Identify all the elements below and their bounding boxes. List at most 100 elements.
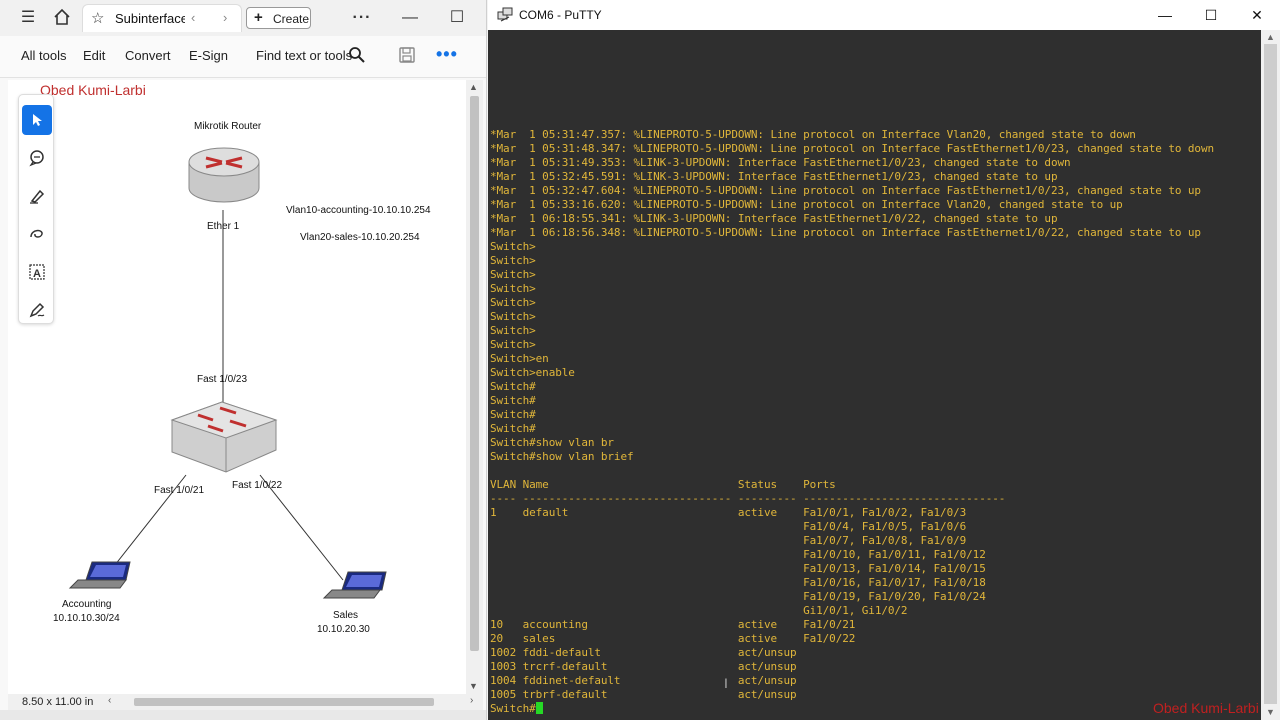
terminal-line: *Mar 1 05:32:47.604: %LINEPROTO-5-UPDOWN… <box>490 184 1201 197</box>
terminal-scroll-thumb[interactable] <box>1264 44 1277 704</box>
putty-window: COM6 - PuTTY — ☐ ✕ *Mar 1 05:31:47.357: … <box>488 0 1280 720</box>
chevron-right-icon[interactable]: › <box>223 10 227 25</box>
scroll-up-arrow-icon[interactable]: ▲ <box>1266 32 1275 42</box>
terminal-line: Switch> <box>490 254 536 267</box>
terminal-prompt-line: Switch# <box>490 702 1214 716</box>
router-icon <box>188 147 260 203</box>
document-canvas: Obed Kumi-Larbi A Mikrotik Router Ether … <box>8 80 466 694</box>
putty-app-icon <box>497 7 513 22</box>
vertical-scrollbar[interactable]: ▲ ▼ <box>466 80 483 694</box>
plus-icon: + <box>254 9 263 26</box>
horizontal-scroll-thumb[interactable] <box>134 698 434 706</box>
viewer-toolbar: All tools Edit Convert E-Sign Find text … <box>0 36 486 78</box>
create-button[interactable]: + Create <box>246 7 311 29</box>
scroll-down-arrow-icon[interactable]: ▼ <box>469 681 478 691</box>
terminal-line: Switch> <box>490 324 536 337</box>
status-bar <box>0 710 486 720</box>
terminal-line: Gi1/0/1, Gi1/0/2 <box>490 604 908 617</box>
scroll-left-arrow-icon[interactable]: ‹ <box>108 695 111 706</box>
router-port-label: Ether 1 <box>207 221 240 232</box>
terminal-line: *Mar 1 05:31:48.347: %LINEPROTO-5-UPDOWN… <box>490 142 1215 155</box>
terminal-line: Fa1/0/10, Fa1/0/11, Fa1/0/12 <box>490 548 986 561</box>
sales-pc-name: Sales <box>333 610 359 621</box>
vlan20-label: Vlan20-sales-10.10.20.254 <box>300 232 420 243</box>
terminal-line: Fa1/0/19, Fa1/0/20, Fa1/0/24 <box>490 590 986 603</box>
terminal-line: Fa1/0/7, Fa1/0/8, Fa1/0/9 <box>490 534 967 547</box>
terminal-line: Switch>enable <box>490 366 575 379</box>
terminal-line: Switch> <box>490 310 536 323</box>
terminal-line: Switch# <box>490 380 536 393</box>
terminal-line: Switch#show vlan brief <box>490 450 634 463</box>
terminal-line: Switch#show vlan br <box>490 436 614 449</box>
scroll-up-arrow-icon[interactable]: ▲ <box>469 82 478 92</box>
terminal-line: ---- -------------------------------- --… <box>490 492 1006 505</box>
switch-port-22-label: Fast 1/0/22 <box>232 480 283 491</box>
terminal-line: 1004 fddinet-default act/unsup <box>490 674 797 687</box>
page-size-indicator: 8.50 x 11.00 in <box>18 696 98 708</box>
terminal-line: *Mar 1 05:31:49.353: %LINK-3-UPDOWN: Int… <box>490 156 1071 169</box>
terminal-line: Switch> <box>490 240 536 253</box>
scroll-thumb[interactable] <box>470 96 479 651</box>
tab-subinterface[interactable]: ☆ Subinterface ‹ › <box>82 4 242 32</box>
sales-pc-ip: 10.10.20.30 <box>317 624 370 635</box>
chevron-left-icon[interactable]: ‹ <box>191 10 195 25</box>
terminal-line: *Mar 1 06:18:56.348: %LINEPROTO-5-UPDOWN… <box>490 226 1201 239</box>
menu-convert[interactable]: Convert <box>125 48 171 63</box>
menu-esign[interactable]: E-Sign <box>189 48 228 63</box>
terminal-line: 1002 fddi-default act/unsup <box>490 646 797 659</box>
tab-title: Subinterface <box>115 11 185 26</box>
star-icon[interactable]: ☆ <box>91 9 104 27</box>
switch-port-21-label: Fast 1/0/21 <box>154 485 205 496</box>
terminal-line: Fa1/0/4, Fa1/0/5, Fa1/0/6 <box>490 520 967 533</box>
terminal-line: 1005 trbrf-default act/unsup <box>490 688 797 701</box>
maximize-icon[interactable]: ☐ <box>447 8 467 28</box>
router-title-label: Mikrotik Router <box>194 121 262 132</box>
terminal-area[interactable]: *Mar 1 05:31:47.357: %LINEPROTO-5-UPDOWN… <box>488 30 1261 720</box>
terminal-line: Switch> <box>490 268 536 281</box>
hamburger-menu-icon[interactable]: ☰ <box>18 8 38 28</box>
terminal-line: Switch# <box>490 394 536 407</box>
more-options-icon[interactable]: ••• <box>436 44 458 65</box>
terminal-prompt: Switch# <box>490 702 536 715</box>
scroll-right-arrow-icon[interactable]: › <box>470 695 473 706</box>
terminal-scrollbar[interactable]: ▲ ▼ <box>1261 30 1280 720</box>
terminal-line: Switch>en <box>490 352 549 365</box>
vlan10-label: Vlan10-accounting-10.10.10.254 <box>286 205 431 216</box>
menu-edit[interactable]: Edit <box>83 48 105 63</box>
terminal-line: Fa1/0/13, Fa1/0/14, Fa1/0/15 <box>490 562 986 575</box>
switch-uplink-label: Fast 1/0/23 <box>197 374 248 385</box>
accounting-pc-ip: 10.10.10.30/24 <box>53 613 120 624</box>
terminal-line: VLAN Name Status Ports <box>490 478 836 491</box>
terminal-line: Switch# <box>490 422 536 435</box>
terminal-line: Switch# <box>490 408 536 421</box>
terminal-cursor <box>535 702 543 714</box>
close-icon[interactable]: ✕ <box>1234 0 1280 30</box>
search-icon[interactable] <box>348 46 366 64</box>
terminal-line: Switch> <box>490 338 536 351</box>
more-horizontal-icon[interactable]: ··· <box>352 8 372 28</box>
switch-icon <box>170 401 278 473</box>
terminal-line: Switch> <box>490 296 536 309</box>
terminal-line: 1 default active Fa1/0/1, Fa1/0/2, Fa1/0… <box>490 506 967 519</box>
maximize-icon[interactable]: ☐ <box>1188 0 1234 30</box>
terminal-line: 1003 trcrf-default act/unsup <box>490 660 797 673</box>
terminal-line: *Mar 1 05:31:47.357: %LINEPROTO-5-UPDOWN… <box>490 128 1136 141</box>
find-tools-field[interactable]: Find text or tools <box>256 48 352 63</box>
terminal-output: *Mar 1 05:31:47.357: %LINEPROTO-5-UPDOWN… <box>490 128 1214 716</box>
terminal-line: *Mar 1 06:18:55.341: %LINK-3-UPDOWN: Int… <box>490 212 1058 225</box>
home-icon[interactable] <box>52 8 72 28</box>
accounting-pc-name: Accounting <box>62 599 112 610</box>
tab-bar: ☰ ☆ Subinterface ‹ › + Create ··· — ☐ <box>0 0 486 36</box>
putty-title: COM6 - PuTTY <box>519 8 602 22</box>
terminal-line: *Mar 1 05:32:45.591: %LINK-3-UPDOWN: Int… <box>490 170 1058 183</box>
menu-all-tools[interactable]: All tools <box>21 48 67 63</box>
laptop-sales-icon <box>322 571 387 599</box>
terminal-line: 20 sales active Fa1/0/22 <box>490 632 856 645</box>
minimize-icon[interactable]: — <box>1142 0 1188 30</box>
save-icon[interactable] <box>398 46 416 64</box>
scroll-down-arrow-icon[interactable]: ▼ <box>1266 707 1275 717</box>
terminal-line: Switch> <box>490 282 536 295</box>
pdf-viewer-window: ☰ ☆ Subinterface ‹ › + Create ··· — ☐ Al… <box>0 0 487 720</box>
minimize-icon[interactable]: — <box>400 8 420 28</box>
